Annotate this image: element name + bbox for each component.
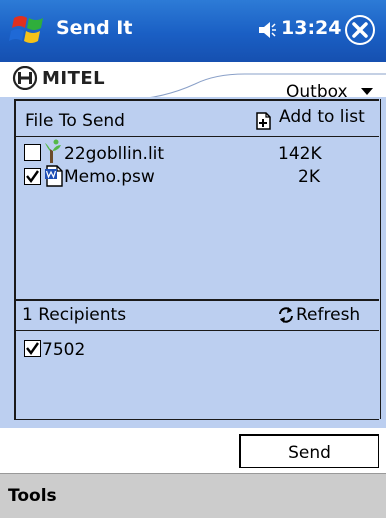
files-column-header: File To Send xyxy=(25,111,125,131)
tools-menu[interactable]: Tools xyxy=(8,486,57,506)
divider xyxy=(14,419,379,420)
file-name[interactable]: 22gobllin.lit xyxy=(64,144,164,164)
speaker-icon[interactable] xyxy=(257,19,277,41)
title-bar: Send It 13:24 xyxy=(0,0,386,62)
add-file-icon[interactable] xyxy=(256,112,273,130)
file-size: 142K xyxy=(278,144,322,164)
refresh-icon[interactable] xyxy=(277,306,295,324)
chevron-down-icon[interactable] xyxy=(361,88,373,96)
send-button[interactable]: Send xyxy=(239,434,379,468)
recipients-count: 1 Recipients xyxy=(22,305,127,325)
divider xyxy=(14,136,379,137)
app-title: Send It xyxy=(56,17,133,39)
recipient-name[interactable]: 7502 xyxy=(42,340,85,360)
add-to-list-link[interactable]: Add to list xyxy=(279,107,365,127)
divider xyxy=(14,330,379,331)
menu-bar: Tools xyxy=(0,473,386,518)
close-button[interactable] xyxy=(345,15,375,45)
recipient-checkbox[interactable] xyxy=(24,340,41,357)
checkmark-icon xyxy=(26,342,39,356)
refresh-link[interactable]: Refresh xyxy=(296,305,360,325)
divider xyxy=(14,99,379,101)
file-name[interactable]: Memo.psw xyxy=(64,167,155,187)
mitel-logo-icon xyxy=(12,66,38,90)
file-checkbox[interactable] xyxy=(24,168,41,185)
lit-file-icon xyxy=(45,139,61,163)
file-checkbox[interactable] xyxy=(24,144,41,161)
checkmark-icon xyxy=(26,170,39,184)
divider xyxy=(14,299,379,301)
word-doc-icon xyxy=(45,165,63,187)
file-size: 2K xyxy=(298,167,320,187)
close-icon xyxy=(347,17,373,43)
windows-start-icon[interactable] xyxy=(8,10,48,50)
clock[interactable]: 13:24 xyxy=(281,17,341,39)
